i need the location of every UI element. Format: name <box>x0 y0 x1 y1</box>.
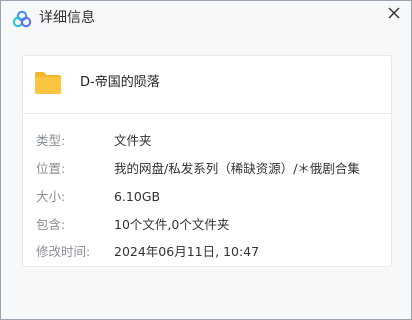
modified-time-value: 2024年06月11日, 10:47 <box>114 244 260 259</box>
cloud-logo-icon <box>12 9 32 29</box>
folder-icon <box>33 68 63 98</box>
contents-label: 包含: <box>36 217 66 232</box>
location-label: 位置: <box>36 161 66 176</box>
title-bar: 详细信息 <box>1 1 411 37</box>
details-card: D-帝国的陨落 类型: 文件夹 位置: 我的网盘/私发系列（稀缺资源）/＊俄剧合… <box>22 55 392 267</box>
size-value: 6.10GB <box>114 189 161 204</box>
detail-row-location: 位置: 我的网盘/私发系列（稀缺资源）/＊俄剧合集 <box>23 160 391 180</box>
size-label: 大小: <box>36 189 66 204</box>
type-label: 类型: <box>36 133 66 148</box>
file-name: D-帝国的陨落 <box>80 75 160 90</box>
details-dialog: 详细信息 D-帝国的陨落 类型: 文件夹 位置: 我的网盘/私发系列（稀缺资源）… <box>0 0 412 320</box>
detail-row-size: 大小: 6.10GB <box>23 188 391 208</box>
contents-value: 10个文件,0个文件夹 <box>114 217 230 232</box>
dialog-title: 详细信息 <box>39 10 95 26</box>
detail-row-contents: 包含: 10个文件,0个文件夹 <box>23 216 391 236</box>
type-value: 文件夹 <box>114 133 152 148</box>
location-value: 我的网盘/私发系列（稀缺资源）/＊俄剧合集 <box>114 161 360 176</box>
detail-row-type: 类型: 文件夹 <box>23 132 391 152</box>
detail-row-modified: 修改时间: 2024年06月11日, 10:47 <box>23 243 391 263</box>
modified-time-label: 修改时间: <box>36 244 91 259</box>
close-icon <box>388 7 400 19</box>
close-button[interactable] <box>381 3 407 27</box>
file-header: D-帝国的陨落 <box>23 56 391 114</box>
